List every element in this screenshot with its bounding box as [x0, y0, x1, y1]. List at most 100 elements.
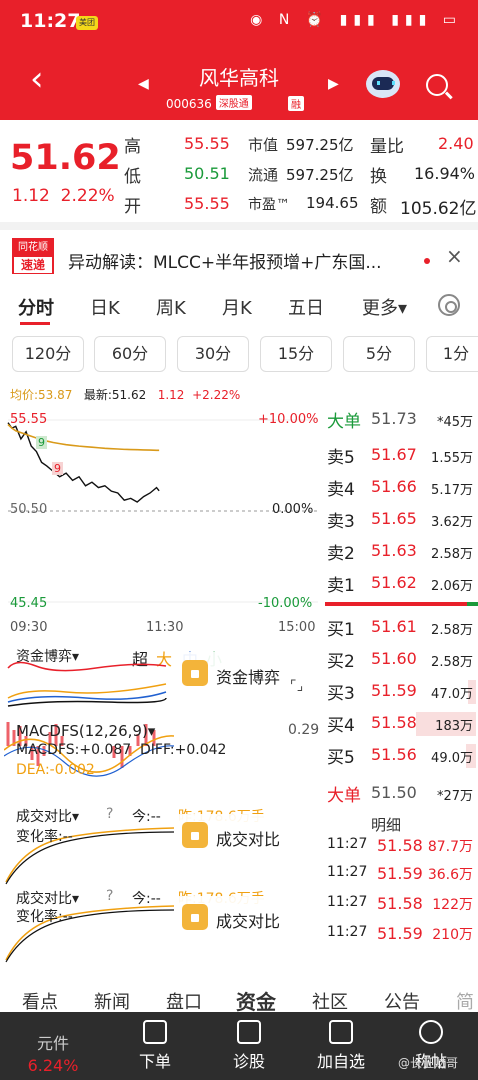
ths-logo: 同花顺 速递: [12, 238, 54, 274]
ask-label: 卖5: [327, 448, 355, 468]
lock-icon: [182, 822, 208, 848]
order-icon: [143, 1020, 167, 1044]
margin-tag: 融: [288, 96, 304, 111]
ask-label: 卖4: [327, 480, 355, 500]
capital-game-panel[interactable]: 资金博弈▾ 超 大 中 小 资金博弈 ⌜⌟: [0, 642, 325, 714]
app-badge: 美团: [76, 16, 98, 30]
tab-news[interactable]: 新闻: [94, 988, 130, 1014]
y-top-price: 55.55: [10, 412, 48, 427]
sector-change: 6.24%: [27, 1056, 79, 1075]
trade-time: 11:27: [327, 836, 368, 852]
stock-name: 风华高科: [199, 66, 279, 90]
big-sell-vol: *45万: [436, 415, 473, 430]
help-icon[interactable]: ?: [106, 806, 113, 822]
diagnose-label: 诊股: [232, 1052, 265, 1071]
trade-row: 11:27 51.58 122万: [327, 894, 477, 924]
tab-capital[interactable]: 资金: [236, 986, 276, 1015]
period-30[interactable]: 30分: [177, 336, 249, 372]
bid-row: 买1 51.61 2.58万: [325, 612, 478, 642]
tab-community[interactable]: 社区: [312, 988, 348, 1014]
search-icon[interactable]: [426, 74, 448, 96]
capital-flow-lines: [7, 661, 167, 707]
close-icon[interactable]: ×: [446, 244, 463, 268]
robot-assistant-icon[interactable]: [366, 70, 400, 98]
shenguton-tag: 深股通: [215, 95, 252, 110]
trade-details[interactable]: 明细 11:27 51.58 87.7万 11:27 51.59 36.6万 1…: [325, 808, 478, 958]
ask-row: 卖3 51.65 3.62万: [325, 504, 478, 534]
tab-fenshi[interactable]: 分时: [18, 294, 54, 320]
ask-vol: 2.58万: [431, 547, 473, 562]
period-15[interactable]: 15分: [260, 336, 332, 372]
status-bar: 11:27 美团 ◉ N ⏰ ▮▮▮ ▮▮▮ ▭: [0, 0, 478, 42]
sector-info[interactable]: 元件 6.24%: [8, 1012, 98, 1080]
ask-label: 卖1: [327, 576, 355, 596]
lock-icon: [182, 660, 208, 686]
y-mid-price: 50.50: [10, 502, 48, 517]
tab-five-day[interactable]: 五日: [288, 294, 324, 320]
period-60[interactable]: 60分: [94, 336, 166, 372]
period-120[interactable]: 120分: [12, 336, 84, 372]
trade-row: 11:27 51.59 36.6万: [327, 864, 477, 894]
current-price: 51.62: [10, 138, 121, 178]
change-value: 1.12: [12, 186, 50, 206]
tab-announcements[interactable]: 公告: [384, 988, 420, 1014]
y-top-pct: +10.00%: [258, 412, 319, 427]
volume-compare-label[interactable]: 成交对比▾: [16, 806, 79, 826]
trade-price: 51.59: [377, 924, 423, 943]
tab-weekly-k[interactable]: 周K: [156, 294, 186, 320]
diagnose-button[interactable]: 诊股: [204, 1012, 294, 1080]
volume-compare-lock[interactable]: 成交对比: [176, 896, 316, 940]
macd-label[interactable]: MACDFS(12,26,9)▾: [16, 722, 155, 740]
sector-name: 元件: [36, 1034, 69, 1053]
signal-marker-green: 9: [36, 436, 47, 449]
stock-header: ‹ ◀ 风华高科 000636 深股通 融 ▶: [0, 42, 478, 120]
tab-daily-k[interactable]: 日K: [90, 294, 120, 320]
period-5[interactable]: 5分: [343, 336, 415, 372]
period-1[interactable]: 1分: [426, 336, 478, 372]
help-icon[interactable]: ?: [106, 888, 113, 904]
lock-icon: [182, 904, 208, 930]
big-buy-vol: *27万: [436, 789, 473, 804]
add-watchlist-button[interactable]: 加自选: [296, 1012, 386, 1080]
y-low-price: 45.45: [10, 596, 48, 611]
next-stock-icon[interactable]: ▶: [328, 76, 339, 92]
lock-text: 成交对比: [216, 912, 281, 931]
big-sell-price: 51.73: [371, 409, 417, 428]
tab-market[interactable]: 盘口: [166, 988, 202, 1014]
tab-more[interactable]: 更多▾: [362, 294, 407, 320]
tab-monthly-k[interactable]: 月K: [222, 294, 252, 320]
news-text[interactable]: 异动解读：MLCC+半年报预增+广东国...: [68, 248, 382, 273]
volume-compare-label[interactable]: 成交对比▾: [16, 888, 79, 908]
amount-value: 105.62亿: [400, 199, 477, 219]
signal-marker-red: 9: [52, 462, 63, 475]
volume-compare-panel[interactable]: 成交对比▾ ? 今:-- 昨:178.6万手 变化率:-- 成交对比: [0, 806, 325, 888]
expand-icon[interactable]: ⌜⌟: [290, 678, 303, 694]
trade-price: 51.59: [377, 864, 423, 883]
order-button[interactable]: 下单: [110, 1012, 200, 1080]
ask-price: 51.62: [371, 573, 417, 592]
tab-brief[interactable]: 简: [456, 988, 474, 1014]
bid-row: 买5 51.56 49.0万: [325, 740, 478, 770]
high-label: 高: [124, 137, 141, 157]
ask-vol: 1.55万: [431, 451, 473, 466]
chart-tabs: 分时 日K 周K 月K 五日 更多▾: [0, 290, 478, 326]
volume-compare-lock[interactable]: 成交对比: [176, 814, 316, 858]
volume-compare-panel-2[interactable]: 成交对比▾ ? 今:-- 昨:178.6万手 变化率:-- 成交对比: [0, 888, 325, 964]
logo-bottom-text: 速递: [14, 257, 52, 273]
macd-panel[interactable]: MACDFS(12,26,9)▾ 0.29 MACDFS:+0.087 DIFF…: [0, 716, 325, 800]
trade-vol: 36.6万: [427, 867, 473, 883]
ask-price: 51.63: [371, 541, 417, 560]
intraday-chart[interactable]: 均价:53.87 最新:51.62 1.12 +2.22% 55.55 50.5…: [0, 380, 325, 640]
ask-vol: 2.06万: [431, 579, 473, 594]
lock-text: 资金博弈: [216, 668, 281, 687]
order-book[interactable]: 大单 51.73 *45万 卖5 51.67 1.55万 卖4 51.66 5.…: [325, 404, 478, 808]
turnover-value: 16.94%: [414, 164, 476, 183]
big-buy-price: 51.50: [371, 783, 417, 802]
tab-highlights[interactable]: 看点: [22, 988, 58, 1014]
settings-icon[interactable]: [438, 294, 460, 316]
news-banner[interactable]: 同花顺 速递 异动解读：MLCC+半年报预增+广东国... ×: [0, 222, 478, 280]
trade-row: 11:27 51.59 210万: [327, 924, 477, 954]
x-mid-time: 11:30: [146, 620, 184, 635]
stock-code: 000636 深股通: [166, 95, 252, 111]
x-start-time: 09:30: [10, 620, 48, 635]
